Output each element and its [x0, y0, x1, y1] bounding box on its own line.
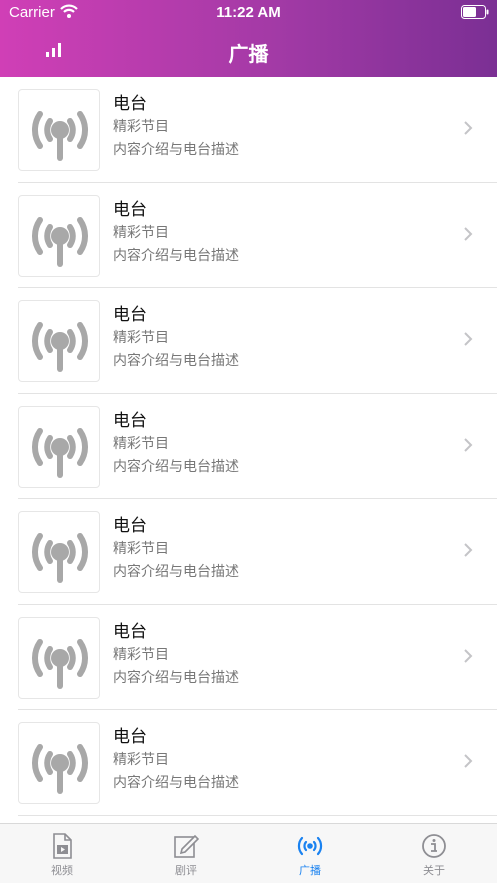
- broadcast-icon: [297, 836, 323, 856]
- chevron-right-icon: [463, 648, 473, 668]
- station-thumbnail: [18, 616, 100, 699]
- station-description: 内容介绍与电台描述: [113, 142, 239, 158]
- station-description: 内容介绍与电台描述: [113, 458, 239, 475]
- station-description: 内容介绍与电台描述: [113, 564, 239, 580]
- tab-bar: 视频 剧评 广播 关于: [0, 823, 497, 883]
- tab-video[interactable]: 视频: [0, 824, 124, 884]
- radio-antenna-icon: [31, 111, 89, 161]
- station-title: 电台: [113, 621, 147, 642]
- station-subtitle: 精彩节目: [113, 752, 169, 768]
- radio-antenna-icon: [31, 533, 89, 583]
- station-title: 电台: [113, 727, 147, 747]
- station-title: 电台: [113, 516, 147, 536]
- station-description: 内容介绍与电台描述: [113, 353, 239, 369]
- list-item[interactable]: 电台 精彩节目 内容介绍与电台描述: [18, 77, 497, 183]
- tab-label: 视频: [51, 864, 73, 877]
- station-subtitle: 精彩节目: [113, 119, 169, 135]
- radio-antenna-icon: [31, 744, 89, 794]
- tab-review[interactable]: 剧评: [124, 824, 248, 884]
- tab-label: 关于: [423, 864, 445, 877]
- page-title: 广播: [228, 42, 269, 66]
- list-item[interactable]: 电台 精彩节目 内容介绍与电台描述: [18, 183, 497, 288]
- tab-about[interactable]: 关于: [372, 824, 496, 884]
- edit-icon: [174, 834, 199, 858]
- chevron-right-icon: [463, 120, 473, 140]
- list-item[interactable]: 电台 精彩节目 内容介绍与电台描述: [18, 394, 497, 499]
- tab-label: 剧评: [175, 864, 197, 877]
- station-thumbnail: [18, 511, 100, 593]
- radio-antenna-icon: [31, 216, 89, 267]
- station-subtitle: 精彩节目: [113, 330, 169, 346]
- station-thumbnail: [18, 405, 100, 488]
- list-item[interactable]: 电台 精彩节目 内容介绍与电台描述: [18, 288, 497, 394]
- radio-antenna-icon: [31, 322, 89, 372]
- info-icon: [422, 834, 446, 858]
- station-thumbnail: [18, 89, 100, 171]
- battery-icon: [461, 5, 489, 19]
- chevron-right-icon: [463, 331, 473, 351]
- status-time: 11:22 AM: [216, 4, 281, 21]
- chevron-right-icon: [463, 753, 473, 773]
- station-description: 内容介绍与电台描述: [113, 775, 239, 791]
- list-item[interactable]: 电台 精彩节目 内容介绍与电台描述: [18, 710, 497, 816]
- list-item[interactable]: 电台 精彩节目 内容介绍与电台描述: [18, 605, 497, 710]
- station-subtitle: 精彩节目: [113, 224, 169, 241]
- tab-broadcast[interactable]: 广播: [248, 824, 372, 884]
- station-title: 电台: [113, 199, 147, 220]
- header: Carrier 11:22 AM 广播: [0, 0, 497, 77]
- chevron-right-icon: [463, 542, 473, 562]
- station-title: 电台: [113, 305, 147, 325]
- station-thumbnail: [18, 194, 100, 277]
- radio-antenna-icon: [31, 427, 89, 478]
- video-file-icon: [53, 833, 72, 859]
- station-description: 内容介绍与电台描述: [113, 247, 239, 264]
- status-bar: Carrier 11:22 AM: [0, 0, 497, 26]
- station-list: 电台 精彩节目 内容介绍与电台描述 电台 精彩节目 内容介绍与电台描述 电台 精…: [0, 77, 497, 823]
- chevron-right-icon: [463, 437, 473, 457]
- chevron-right-icon: [463, 226, 473, 246]
- list-item[interactable]: 电台 精彩节目 内容介绍与电台描述: [18, 499, 497, 605]
- station-title: 电台: [113, 410, 147, 431]
- nav-bar: 广播: [0, 26, 497, 77]
- station-description: 内容介绍与电台描述: [113, 669, 239, 686]
- station-subtitle: 精彩节目: [113, 435, 169, 452]
- tab-label: 广播: [299, 864, 321, 877]
- station-thumbnail: [18, 722, 100, 804]
- station-subtitle: 精彩节目: [113, 646, 169, 663]
- station-title: 电台: [113, 94, 147, 114]
- station-subtitle: 精彩节目: [113, 541, 169, 557]
- radio-antenna-icon: [31, 638, 89, 689]
- station-thumbnail: [18, 300, 100, 382]
